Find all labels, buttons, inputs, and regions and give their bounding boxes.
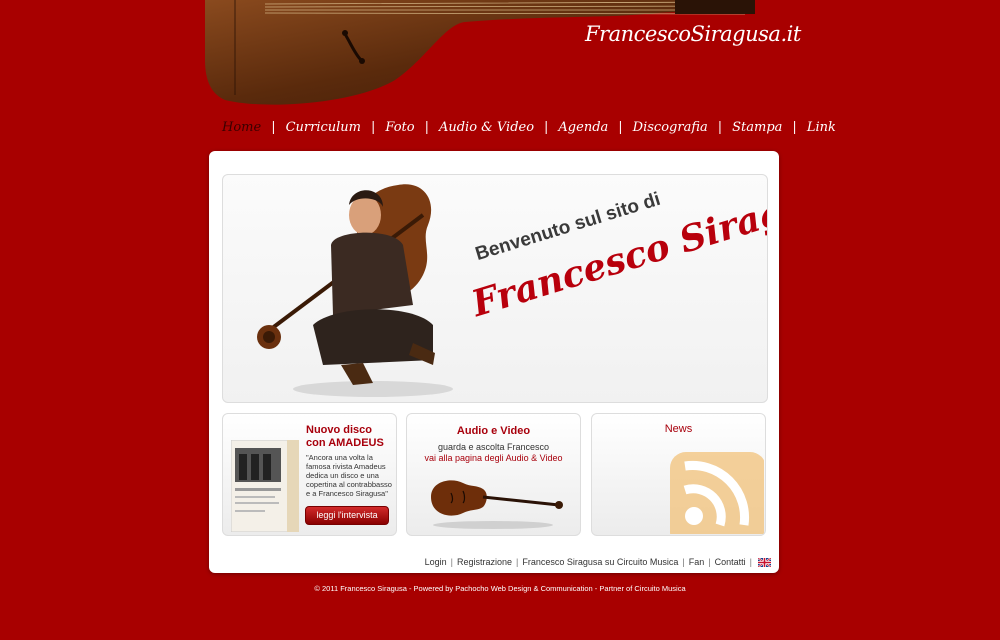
nav-separator: | bbox=[271, 119, 276, 135]
nav-separator: | bbox=[424, 119, 429, 135]
audio-video-link[interactable]: vai alla pagina degli Audio & Video bbox=[407, 453, 580, 463]
nav-separator: | bbox=[717, 119, 723, 135]
new-album-title: Nuovo disco con AMADEUS bbox=[306, 424, 384, 449]
nav-agenda[interactable]: Agenda bbox=[558, 120, 608, 135]
nav-discografia[interactable]: Discografia bbox=[633, 120, 708, 135]
hero-banner: Benvenuto sul sito di Francesco Siragusa bbox=[222, 174, 768, 403]
nav-separator: | bbox=[371, 119, 376, 135]
content-panel: Benvenuto sul sito di Francesco Siragusa… bbox=[209, 151, 779, 573]
audio-video-box[interactable]: Audio e Video guarda e ascolta Francesco… bbox=[406, 413, 581, 536]
nav-foto[interactable]: Foto bbox=[385, 120, 414, 135]
audio-video-title: Audio e Video bbox=[456, 425, 531, 437]
site-title[interactable]: FrancescoSiragusa.it bbox=[585, 22, 801, 46]
login-link[interactable]: Login bbox=[425, 557, 447, 567]
news-title: News bbox=[664, 423, 693, 435]
nav-separator: | bbox=[792, 119, 797, 135]
nav-stampa[interactable]: Stampa bbox=[732, 120, 782, 135]
footer-separator: | bbox=[516, 557, 519, 567]
nav-separator: | bbox=[618, 119, 623, 135]
nav-curriculum[interactable]: Curriculum bbox=[286, 120, 361, 135]
fan-link[interactable]: Fan bbox=[689, 557, 705, 567]
footer-separator: | bbox=[749, 557, 752, 567]
copyright-text: © 2011 Francesco Siragusa - Powered by P… bbox=[314, 584, 686, 593]
main-nav: Home | Curriculum | Foto | Audio & Video… bbox=[222, 116, 836, 138]
footer-links: Login | Registrazione | Francesco Siragu… bbox=[425, 557, 771, 567]
uk-flag-icon[interactable] bbox=[758, 557, 771, 567]
musician-with-double-bass-image bbox=[257, 184, 453, 397]
register-link[interactable]: Registrazione bbox=[457, 557, 512, 567]
read-interview-button[interactable]: leggi l'intervista bbox=[305, 506, 389, 525]
new-album-box[interactable]: Nuovo disco con AMADEUS "Ancora una volt… bbox=[222, 413, 397, 536]
news-box[interactable]: News bbox=[591, 413, 766, 536]
circuito-musica-link[interactable]: Francesco Siragusa su Circuito Musica bbox=[522, 557, 678, 567]
nav-audio-video[interactable]: Audio & Video bbox=[439, 120, 534, 135]
rss-icon bbox=[670, 452, 764, 534]
footer-separator: | bbox=[708, 557, 711, 567]
amadeus-magazine-cover-image bbox=[231, 440, 299, 532]
site-header: FrancescoSiragusa.it bbox=[0, 0, 1000, 110]
double-bass-banner-image bbox=[205, 0, 755, 105]
nav-link[interactable]: Link bbox=[807, 120, 836, 135]
contacts-link[interactable]: Contatti bbox=[715, 557, 746, 567]
footer-separator: | bbox=[682, 557, 685, 567]
double-bass-image bbox=[431, 480, 563, 529]
audio-video-subtitle: guarda e ascolta Francesco bbox=[437, 442, 550, 452]
new-album-quote: "Ancora una volta la famosa rivista Amad… bbox=[306, 453, 392, 498]
nav-home[interactable]: Home bbox=[222, 120, 261, 135]
footer-separator: | bbox=[450, 557, 453, 567]
nav-separator: | bbox=[544, 119, 549, 135]
